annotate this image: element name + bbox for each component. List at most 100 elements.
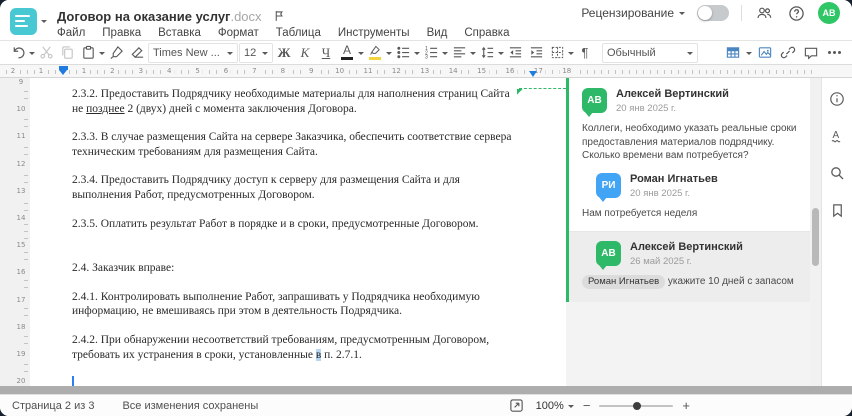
increase-indent-button[interactable] bbox=[526, 42, 546, 64]
menu-help[interactable]: Справка bbox=[464, 27, 509, 39]
comment-date: 20 янв 2025 г. bbox=[630, 187, 691, 199]
bullet-list-caret-icon[interactable] bbox=[414, 51, 420, 58]
menu-edit[interactable]: Правка bbox=[102, 27, 141, 39]
document-title: Договор на оказание услуг.docx bbox=[57, 8, 262, 24]
help-icon[interactable] bbox=[786, 2, 806, 24]
comment-text: Роман Игнатьев укажите 10 дней с запасом bbox=[569, 267, 810, 291]
insert-link-button[interactable] bbox=[778, 42, 798, 64]
fit-page-icon[interactable] bbox=[507, 395, 527, 416]
vertical-scrollbar[interactable] bbox=[812, 78, 820, 386]
bookmark-icon[interactable] bbox=[827, 199, 847, 221]
line-spacing-caret-icon[interactable] bbox=[498, 51, 504, 58]
paragraph-2-3-3[interactable]: 2.3.3. В случае размещения Сайта на серв… bbox=[72, 130, 516, 159]
undo-button[interactable] bbox=[8, 42, 28, 64]
comment-reply[interactable]: РИ Роман Игнатьев 20 янв 2025 г. Нам пот… bbox=[569, 172, 810, 223]
info-icon[interactable] bbox=[827, 88, 847, 110]
paragraph-borders-button[interactable] bbox=[547, 42, 567, 64]
horizontal-ruler[interactable]: 2 1 1 2 3 4 5 6 7 8 9 10 11 12 13 14 15 16 17 18 bbox=[0, 65, 852, 78]
user-avatar[interactable]: АВ bbox=[818, 2, 840, 24]
more-tools-button[interactable] bbox=[824, 42, 844, 64]
svg-text:А: А bbox=[833, 130, 840, 141]
comments-panel: АВ Алексей Вертинский 20 янв 2025 г. Кол… bbox=[566, 78, 810, 386]
horizontal-scrollbar[interactable] bbox=[0, 386, 852, 394]
copy-button[interactable] bbox=[57, 42, 77, 64]
format-painter-button[interactable] bbox=[106, 42, 126, 64]
document-page[interactable]: 2.3.2. Предоставить Подрядчику необходим… bbox=[30, 78, 566, 386]
numbered-list-button[interactable]: 123 bbox=[421, 42, 441, 64]
text-cursor bbox=[72, 376, 74, 386]
paragraph-2-4-2[interactable]: 2.4.2. При обнаружении несоответствий тр… bbox=[72, 333, 516, 362]
right-indent-marker[interactable] bbox=[529, 71, 537, 77]
vertical-ruler[interactable]: 9 10 11 12 13 14 15 16 17 18 19 20 bbox=[0, 78, 30, 386]
paragraph-2-4[interactable]: 2.4. Заказчик вправе: bbox=[72, 261, 516, 276]
menu-file[interactable]: Файл bbox=[57, 27, 85, 39]
chevron-down-icon bbox=[262, 51, 268, 58]
underline-button[interactable]: Ч bbox=[316, 42, 336, 64]
font-size-select[interactable]: 12 bbox=[239, 42, 273, 63]
menu-format[interactable]: Формат bbox=[218, 27, 259, 39]
font-color-caret-icon[interactable] bbox=[358, 51, 364, 58]
zoom-out-button[interactable]: − bbox=[583, 399, 591, 412]
comment-author: Роман Игнатьев bbox=[630, 172, 718, 185]
logo-caret-icon[interactable] bbox=[41, 20, 47, 26]
menu-tools[interactable]: Инструменты bbox=[338, 27, 410, 39]
borders-caret-icon[interactable] bbox=[568, 51, 574, 58]
menu-table[interactable]: Таблица bbox=[276, 27, 321, 39]
show-paragraph-marks-button[interactable]: ¶ bbox=[575, 42, 595, 64]
comment-item[interactable]: АВ Алексей Вертинский 20 янв 2025 г. Кол… bbox=[569, 88, 810, 165]
italic-button[interactable]: К bbox=[295, 42, 315, 64]
review-mode-dropdown[interactable]: Рецензирование bbox=[581, 6, 685, 20]
font-color-button[interactable]: А bbox=[337, 42, 357, 64]
decrease-indent-button[interactable] bbox=[505, 42, 525, 64]
zoom-level-dropdown[interactable]: 100% bbox=[536, 400, 574, 412]
spellcheck-icon[interactable]: А bbox=[827, 125, 847, 147]
page-indicator[interactable]: Страница 2 из 3 bbox=[12, 400, 94, 412]
collaboration-users-icon[interactable] bbox=[754, 2, 774, 24]
favorite-flag-icon[interactable] bbox=[270, 5, 290, 27]
chevron-down-icon bbox=[227, 51, 233, 58]
editor-workspace: 9 10 11 12 13 14 15 16 17 18 19 20 2.3.2. Предостав… bbox=[0, 78, 852, 386]
insert-table-button[interactable] bbox=[723, 42, 743, 64]
paragraph-2-4-1[interactable]: 2.4.1. Контролировать выполнение Работ, … bbox=[72, 290, 516, 319]
review-toggle[interactable] bbox=[697, 5, 729, 21]
paragraph-2-3-2[interactable]: 2.3.2. Предоставить Подрядчику необходим… bbox=[72, 87, 516, 116]
insert-comment-button[interactable] bbox=[801, 42, 821, 64]
menu-view[interactable]: Вид bbox=[427, 27, 448, 39]
line-spacing-button[interactable] bbox=[477, 42, 497, 64]
align-caret-icon[interactable] bbox=[470, 51, 476, 58]
zoom-in-button[interactable]: + bbox=[682, 399, 690, 412]
table-caret-icon[interactable] bbox=[746, 51, 752, 58]
menu-insert[interactable]: Вставка bbox=[158, 27, 201, 39]
app-logo-icon[interactable] bbox=[10, 7, 37, 35]
paste-button[interactable] bbox=[78, 42, 98, 64]
bullet-list-button[interactable] bbox=[393, 42, 413, 64]
zoom-slider[interactable] bbox=[599, 401, 674, 410]
paragraph-style-select[interactable]: Обычный bbox=[602, 42, 698, 63]
comment-text: Коллеги, необходимо указать реальные сро… bbox=[582, 123, 797, 161]
left-indent-marker[interactable] bbox=[59, 66, 68, 77]
clear-style-eraser-button[interactable] bbox=[127, 42, 147, 64]
highlight-caret-icon[interactable] bbox=[386, 51, 392, 58]
highlight-color-button[interactable] bbox=[365, 42, 385, 64]
align-left-button[interactable] bbox=[449, 42, 469, 64]
comment-thread[interactable]: АВ Алексей Вертинский 20 янв 2025 г. Кол… bbox=[566, 78, 810, 302]
mention-pill[interactable]: Роман Игнатьев bbox=[582, 275, 666, 289]
undo-caret-icon[interactable] bbox=[29, 51, 35, 58]
search-icon[interactable] bbox=[827, 162, 847, 184]
paste-caret-icon[interactable] bbox=[99, 51, 105, 58]
comment-avatar: РИ bbox=[596, 172, 621, 202]
zoom-slider-handle[interactable] bbox=[632, 401, 641, 410]
font-name-select[interactable]: Times New ... bbox=[148, 42, 238, 63]
paragraph-2-3-5[interactable]: 2.3.5. Оплатить результат Работ в порядк… bbox=[72, 217, 516, 232]
bold-button[interactable]: Ж bbox=[274, 42, 294, 64]
comment-reply-selected[interactable]: АВ Алексей Вертинский 26 май 2025 г. Ром… bbox=[569, 232, 810, 302]
comment-avatar: АВ bbox=[582, 88, 607, 117]
insert-image-button[interactable] bbox=[755, 42, 775, 64]
commented-text[interactable]: позднее bbox=[86, 103, 124, 115]
chevron-down-icon bbox=[687, 51, 693, 58]
titlebar: Договор на оказание услуг.docx Файл Прав… bbox=[0, 0, 852, 40]
cut-button[interactable] bbox=[36, 42, 56, 64]
paragraph-2-3-4[interactable]: 2.3.4. Предоставить Подрядчику доступ к … bbox=[72, 173, 516, 202]
scrollbar-thumb[interactable] bbox=[812, 208, 819, 266]
numbered-list-caret-icon[interactable] bbox=[442, 51, 448, 58]
